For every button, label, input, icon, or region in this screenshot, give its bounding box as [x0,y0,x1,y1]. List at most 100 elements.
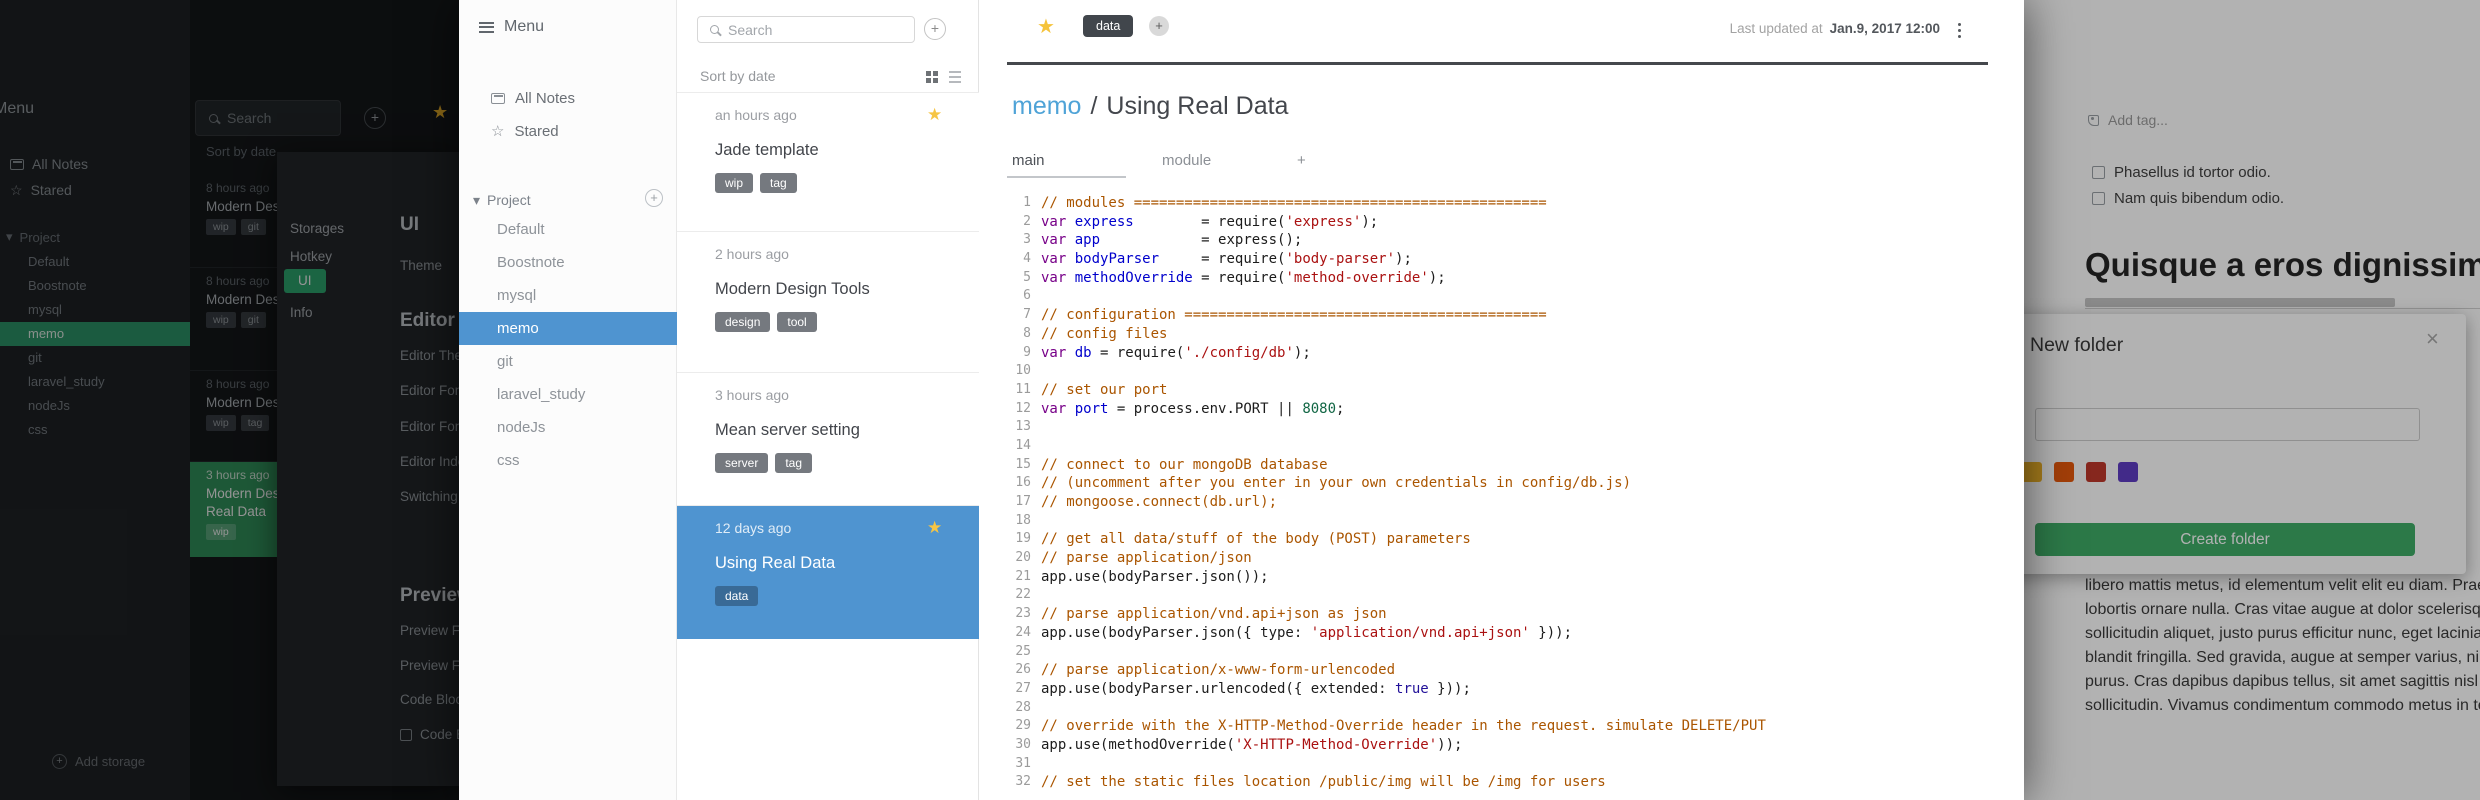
sidebar-item-all-notes[interactable]: All Notes [491,86,575,110]
new-note-button[interactable]: + [924,18,946,40]
note-detail-pane: ★ data + Last updated at Jan.9, 2017 12:… [979,0,2024,800]
code-token: // set the static files location /public… [1041,774,1606,791]
sidebar-item-stared[interactable]: ☆ Stared [491,119,559,143]
tab-main[interactable]: main [1012,152,1045,169]
code-token: 'express' [1285,213,1362,230]
code-token: 8080 [1302,400,1337,417]
sidebar-folder-Default[interactable]: Default [459,213,677,246]
sidebar-folder-memo[interactable]: memo [459,312,677,345]
search-input[interactable] [728,21,878,38]
add-tag-button[interactable]: + [1149,16,1169,36]
note-title: Mean server setting [715,421,860,439]
code-token: ); [1395,251,1412,268]
sidebar-folder-css[interactable]: css [459,444,677,477]
hamburger-icon [479,21,494,33]
code-token: bodyParser [1074,251,1160,268]
code-text: app.use(bodyParser.urlencoded({ extended… [1041,680,1471,699]
sidebar-folder-Boostnote[interactable]: Boostnote [459,246,677,279]
line-number: 5 [1023,269,1031,285]
menu-button[interactable]: Menu [479,18,544,36]
note-item[interactable]: 12 days ago ★ Using Real Data data [677,506,979,639]
search-box[interactable] [697,16,915,43]
code-text: // get all data/stuff of the body (POST)… [1041,530,1471,549]
last-updated-value: Jan.9, 2017 12:00 [1829,21,1940,36]
code-line: 24 app.use(bodyParser.json({ type: 'appli… [979,624,2014,643]
code-line: 11 // set our port [979,381,2014,400]
archive-icon [491,92,505,104]
note-title: Jade template [715,141,819,159]
code-token: // modules =============================… [1041,195,1547,211]
line-number: 18 [1015,512,1031,528]
last-updated: Last updated at Jan.9, 2017 12:00 [1730,21,1940,36]
note-item[interactable]: 3 hours ago Mean server setting server tag [677,373,979,506]
grid-view-icon[interactable] [926,71,931,76]
code-token: app.use(methodOverride( [1041,736,1235,753]
code-line: 12 var port = process.env.PORT || 8080; [979,400,2014,419]
vertical-dots-icon [1958,29,1961,32]
sidebar-folder-mysql[interactable]: mysql [459,279,677,312]
new-tab-button[interactable]: + [1297,152,1306,169]
add-folder-button[interactable]: + [645,189,663,207]
code-text: // override with the X-HTTP-Method-Overr… [1041,717,1766,736]
tag-pill[interactable]: data [1083,15,1134,37]
note-title: Using Real Data [1106,92,1289,120]
note-star-icon[interactable]: ★ [927,105,942,125]
code-line: 15 // connect to our mongoDB database [979,456,2014,475]
code-text: var express = require('express'); [1041,213,1378,232]
code-line: 16 // (uncomment after you enter in your … [979,474,2014,493]
more-menu-button[interactable] [1953,22,1967,38]
code-token: ); [1428,269,1446,286]
code-token: app [1074,232,1101,249]
line-number: 27 [1015,680,1031,696]
note-item[interactable]: an hours ago ★ Jade template wip tag [677,93,979,232]
note-star-icon[interactable]: ★ [927,518,942,538]
title-separator: / [1090,92,1098,120]
code-token: // parse application/vnd.api+json as jso… [1041,606,1387,623]
star-icon[interactable]: ★ [1037,14,1055,39]
note-folder-name[interactable]: memo [1012,92,1081,120]
line-number: 16 [1015,475,1031,491]
code-text: app.use(methodOverride('X-HTTP-Method-Ov… [1041,736,1462,755]
sidebar-folder-git[interactable]: git [459,345,677,378]
note-item[interactable]: 2 hours ago Modern Design Tools design tool [677,232,979,373]
code-token: ; [1336,400,1345,417]
app-sidebar: Menu All Notes ☆ Stared ▾ Project + Defa… [459,0,677,800]
list-view-icon[interactable] [949,71,961,73]
tag-pill: tool [777,312,817,332]
line-number: 2 [1023,213,1031,229]
last-updated-label: Last updated at [1729,21,1823,36]
project-header[interactable]: ▾ Project [473,190,531,210]
code-token: // get all data/stuff of the body (POST)… [1041,531,1471,548]
tag-pill: wip [715,173,754,193]
tag-pill: tag [775,453,813,473]
line-number: 11 [1015,381,1031,397]
code-line: 4 var bodyParser = require('body-parser')… [979,250,2014,269]
sidebar-folder-laravel_study[interactable]: laravel_study [459,378,677,411]
code-line: 28 [979,699,2014,718]
dim-overlay-left [0,0,459,800]
line-number: 17 [1015,494,1031,509]
code-token: = express(); [1100,232,1303,249]
tab-module[interactable]: module [1162,152,1211,169]
code-line: 10 [979,362,2014,381]
snippet-tabs: main module + [1012,152,1412,176]
code-line: 14 [979,437,2014,456]
sidebar-folder-nodeJs[interactable]: nodeJs [459,411,677,444]
code-line: 18 [979,512,2014,531]
note-title: Modern Design Tools [715,280,870,298]
code-token: // configuration =======================… [1041,307,1547,324]
code-editor[interactable]: 1 // modules ============================… [979,194,2014,800]
line-number: 3 [1023,232,1031,248]
code-line: 22 [979,586,2014,605]
code-token: methodOverride [1074,269,1193,286]
note-tags: server tag [715,453,813,473]
code-line: 27 app.use(bodyParser.urlencoded({ extend… [979,680,2014,699]
code-line: 2 var express = require('express'); [979,213,2014,232]
code-token: express [1074,213,1134,230]
tag-pill: design [715,312,771,332]
line-number: 12 [1015,400,1031,416]
sort-dropdown[interactable]: Sort by date [700,68,776,84]
code-line: 1 // modules ============================… [979,194,2014,213]
